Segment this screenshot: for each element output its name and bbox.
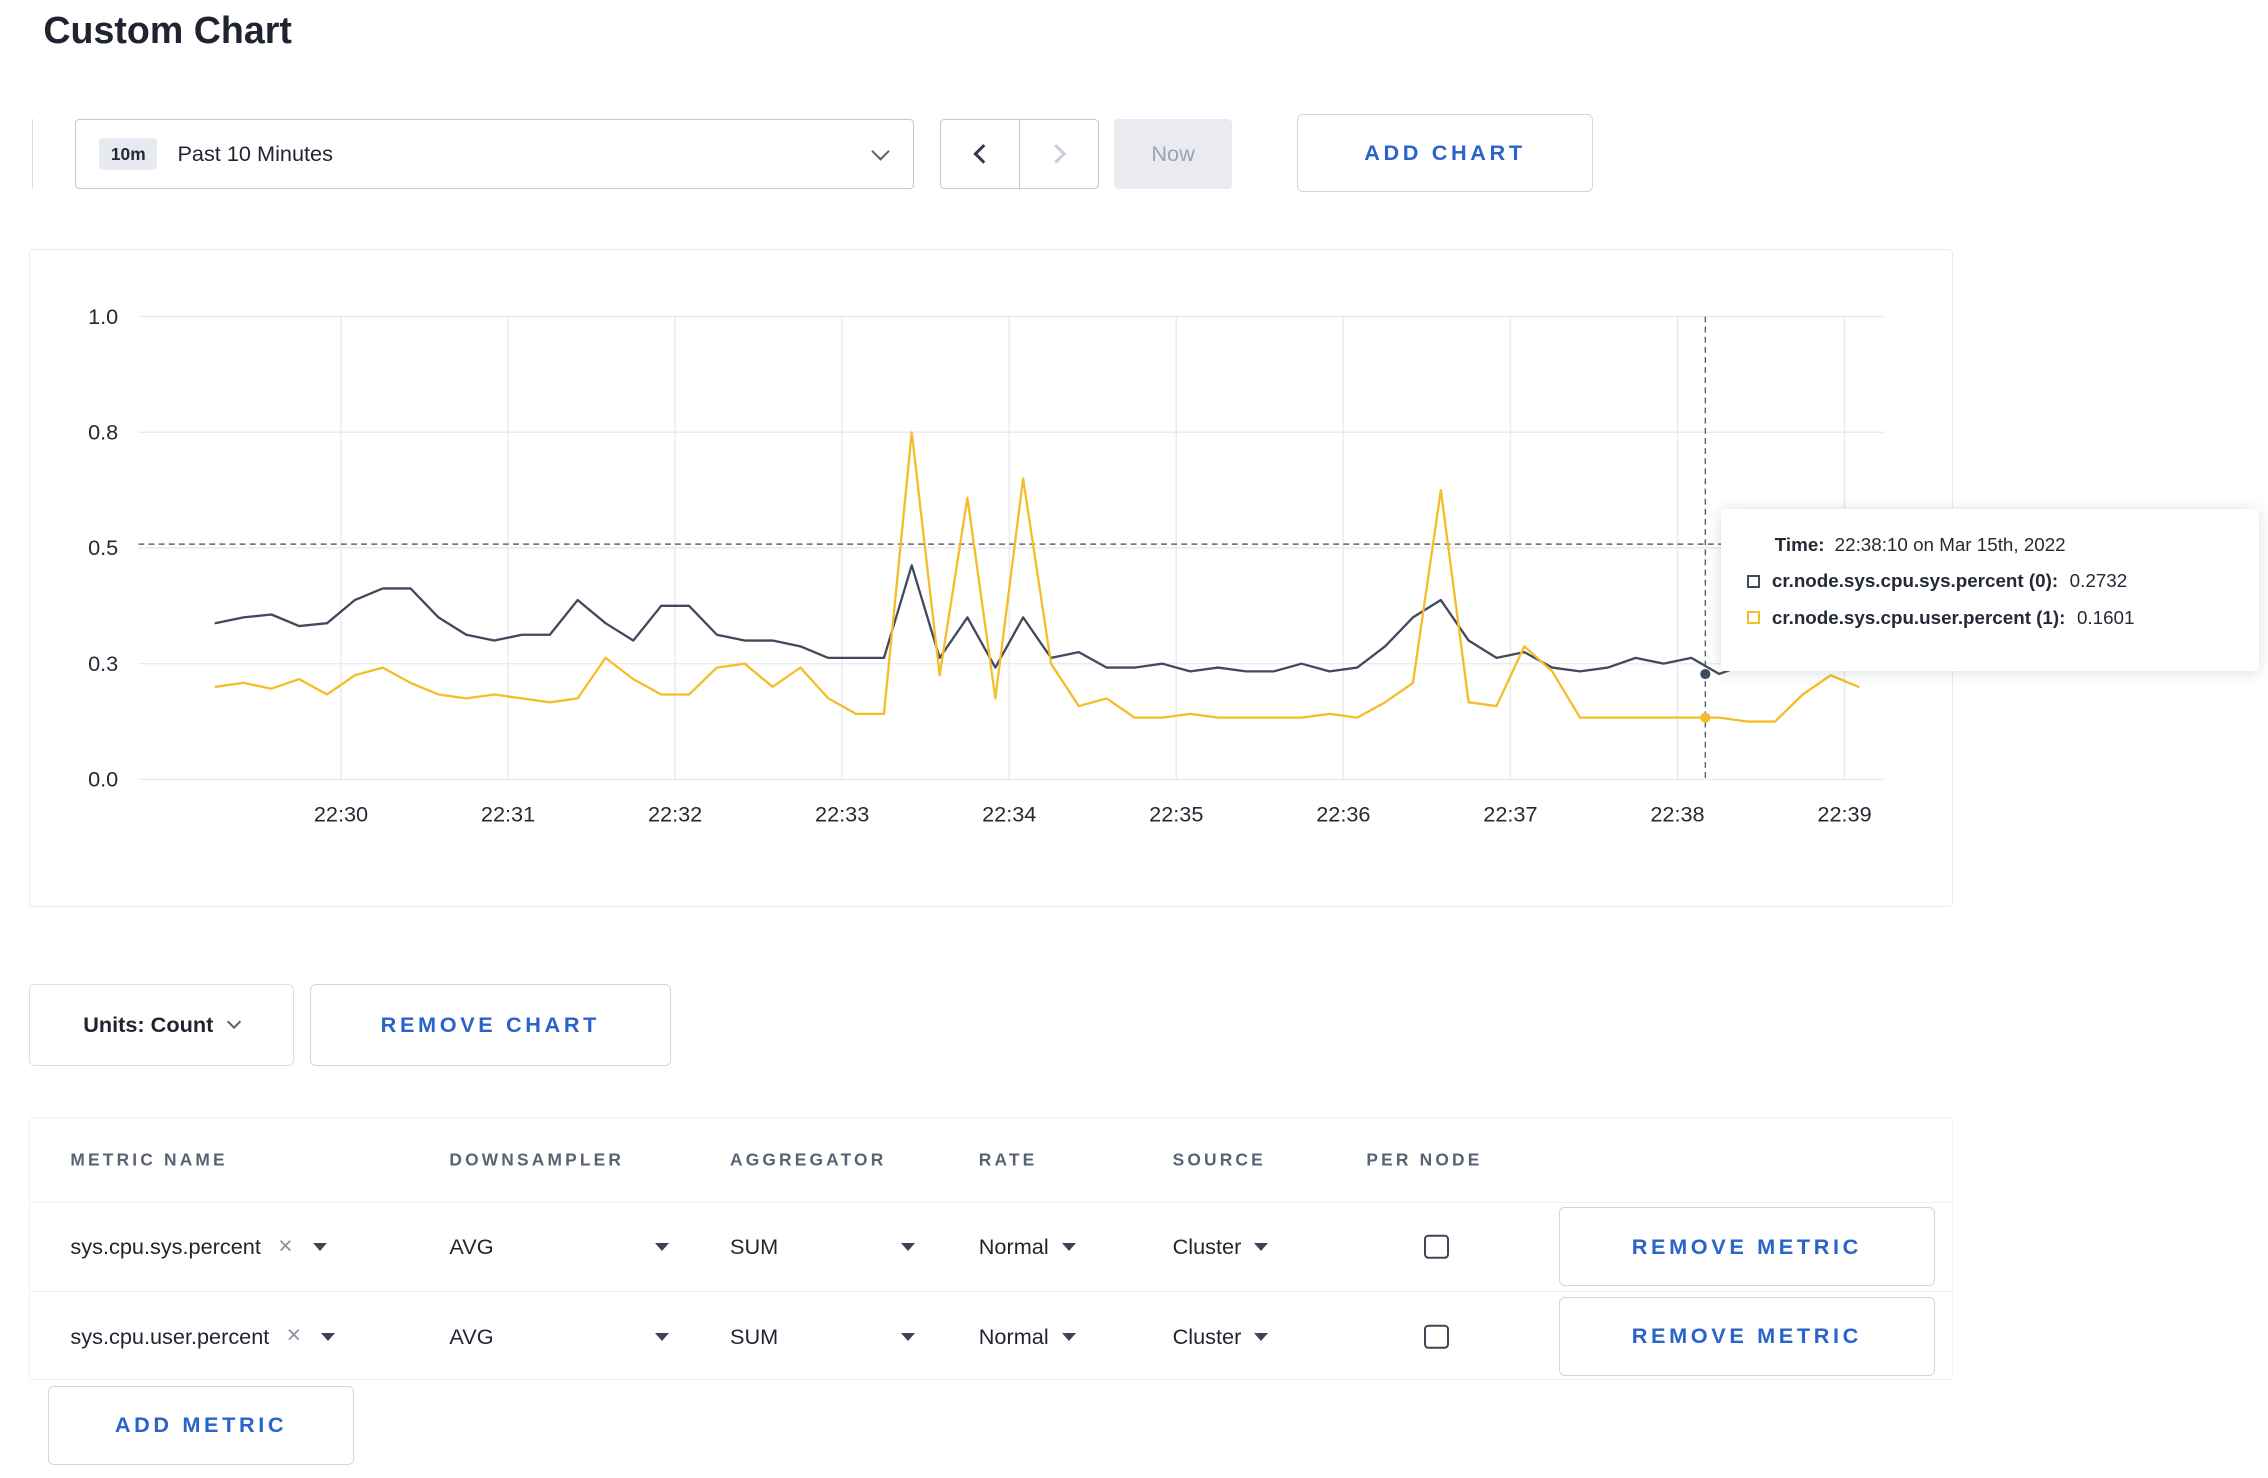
col-header-per-node: PER NODE [1366,1149,1483,1170]
chevron-right-icon [1045,143,1067,165]
caret-down-icon [312,1242,327,1251]
svg-text:22:32: 22:32 [648,801,702,826]
time-range-label: Past 10 Minutes [177,141,333,167]
svg-text:22:31: 22:31 [481,801,535,826]
page-title: Custom Chart [43,8,292,51]
chevron-left-icon [972,143,994,165]
metric-name-select[interactable]: sys.cpu.user.percent × [70,1323,336,1350]
aggregator-value: SUM [729,1233,779,1259]
chart-card: 0.0 0.3 0.5 0.8 1.0 22:30 22:31 22:32 22:33 22:34… [28,248,1954,908]
time-pager [940,118,1100,190]
user-series-swatch-icon [1747,611,1761,625]
svg-text:22:33: 22:33 [815,801,869,826]
svg-text:1.0: 1.0 [88,304,118,329]
tooltip-series-value: 0.1601 [2076,606,2135,628]
tooltip-series-value: 0.2732 [2069,570,2128,592]
tooltip-time-row: Time: 22:38:10 on Mar 15th, 2022 [1775,534,2234,556]
remove-metric-button[interactable]: REMOVE METRIC [1558,1296,1935,1377]
table-row: sys.cpu.sys.percent × AVG SUM Normal Clu… [29,1201,1952,1292]
rate-value: Normal [978,1323,1049,1349]
metric-name-select[interactable]: sys.cpu.sys.percent × [70,1233,327,1260]
tooltip-time-value: 22:38:10 on Mar 15th, 2022 [1834,533,2066,555]
col-header-metric-name: METRIC NAME [70,1149,228,1170]
metric-name-value: sys.cpu.user.percent [70,1323,270,1349]
per-node-checkbox[interactable] [1424,1234,1449,1260]
sys-series-swatch-icon [1747,574,1761,588]
downsampler-select[interactable]: AVG [449,1233,670,1260]
source-value: Cluster [1172,1233,1242,1259]
toolbar-divider [31,118,34,190]
clear-metric-icon[interactable]: × [287,1323,301,1349]
time-range-badge: 10m [99,137,158,171]
svg-text:22:39: 22:39 [1817,801,1871,826]
svg-text:0.3: 0.3 [88,651,118,676]
metrics-table: METRIC NAME DOWNSAMPLER AGGREGATOR RATE … [28,1116,1953,1381]
line-chart[interactable]: 0.0 0.3 0.5 0.8 1.0 22:30 22:31 22:32 22:33 22:34… [30,250,1954,908]
caret-down-icon [655,1332,670,1341]
caret-down-icon [901,1242,916,1251]
downsampler-select[interactable]: AVG [449,1323,670,1350]
svg-text:0.0: 0.0 [88,766,118,791]
aggregator-select[interactable]: SUM [729,1323,916,1350]
caret-down-icon [1254,1242,1269,1251]
rate-value: Normal [978,1233,1049,1259]
col-header-rate: RATE [978,1149,1038,1170]
tooltip-series-row: cr.node.sys.cpu.sys.percent (0): 0.2732 [1747,570,2233,592]
downsampler-value: AVG [449,1323,494,1349]
remove-chart-button[interactable]: REMOVE CHART [309,983,672,1066]
metric-name-value: sys.cpu.sys.percent [70,1233,261,1259]
col-header-downsampler: DOWNSAMPLER [449,1149,625,1170]
prev-range-button[interactable] [940,118,1020,190]
add-metric-button[interactable]: ADD METRIC [47,1385,355,1466]
units-label: Units: Count [83,1011,214,1037]
custom-chart-page: Custom Chart 10m Past 10 Minutes Now ADD… [0,0,2268,1478]
caret-down-icon [1254,1332,1269,1341]
tooltip-series-label: cr.node.sys.cpu.user.percent (1): [1771,606,2066,628]
source-value: Cluster [1172,1323,1242,1349]
time-range-dropdown[interactable]: 10m Past 10 Minutes [75,118,915,190]
per-node-checkbox[interactable] [1424,1324,1449,1349]
remove-metric-button[interactable]: REMOVE METRIC [1558,1206,1935,1287]
svg-text:0.8: 0.8 [88,419,118,444]
caret-down-icon [901,1332,916,1341]
rate-select[interactable]: Normal [979,1234,1076,1260]
col-header-source: SOURCE [1172,1149,1266,1170]
caret-down-icon [1061,1332,1076,1341]
tooltip-series-label: cr.node.sys.cpu.sys.percent (0): [1771,570,2059,592]
units-dropdown[interactable]: Units: Count [28,983,294,1066]
metrics-table-header: METRIC NAME DOWNSAMPLER AGGREGATOR RATE … [30,1118,1952,1202]
svg-text:22:37: 22:37 [1483,801,1537,826]
next-range-button[interactable] [1019,118,1100,190]
table-row: sys.cpu.user.percent × AVG SUM Normal Cl… [29,1291,1952,1381]
svg-text:22:35: 22:35 [1149,801,1203,826]
caret-down-icon [321,1332,336,1341]
chevron-down-icon [871,141,890,161]
now-button[interactable]: Now [1113,118,1233,190]
svg-text:22:30: 22:30 [314,801,368,826]
source-select[interactable]: Cluster [1173,1234,1269,1260]
rate-select[interactable]: Normal [979,1324,1076,1350]
downsampler-value: AVG [449,1233,494,1259]
svg-text:22:36: 22:36 [1316,801,1370,826]
aggregator-value: SUM [729,1323,779,1349]
caret-down-icon [655,1242,670,1251]
clear-metric-icon[interactable]: × [278,1234,292,1260]
svg-text:0.5: 0.5 [88,535,118,560]
chevron-down-icon [227,1014,242,1030]
caret-down-icon [1061,1242,1076,1251]
source-select[interactable]: Cluster [1173,1324,1269,1350]
svg-text:22:34: 22:34 [982,801,1036,826]
add-chart-button[interactable]: ADD CHART [1297,114,1593,193]
chart-tooltip: Time: 22:38:10 on Mar 15th, 2022 cr.node… [1721,509,2260,672]
tooltip-series-row: cr.node.sys.cpu.user.percent (1): 0.1601 [1747,607,2233,629]
tooltip-time-label: Time: [1774,533,1825,555]
svg-text:22:38: 22:38 [1650,801,1704,826]
aggregator-select[interactable]: SUM [729,1233,916,1260]
col-header-aggregator: AGGREGATOR [729,1149,887,1170]
